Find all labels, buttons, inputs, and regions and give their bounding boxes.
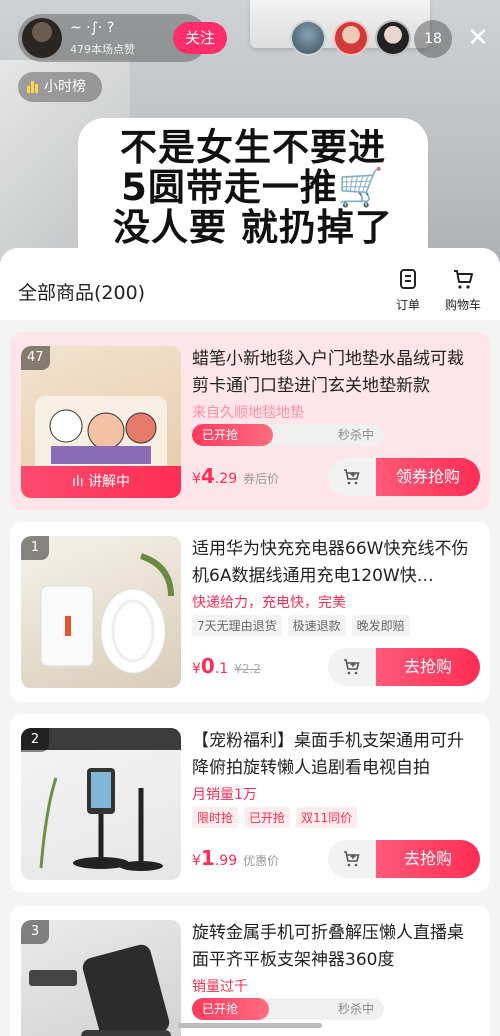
product-image[interactable]: 3 — [21, 920, 181, 1036]
buy-button[interactable]: 领券抢购 — [376, 458, 480, 496]
price-integer: 0 — [200, 654, 215, 678]
price-symbol: ¥ — [192, 853, 201, 869]
product-card[interactable]: 1 适用华为快充充电器66W快充线不伤机6A数据线通用充电120W快… 快递给力… — [10, 522, 490, 702]
price-note: 券后价 — [243, 472, 280, 486]
progress-fill: 已开抢 — [192, 998, 269, 1020]
add-cart-icon — [344, 851, 360, 867]
price-decimal: .1 — [214, 661, 229, 677]
buy-button[interactable]: 去抢购 — [376, 648, 480, 686]
product-title[interactable]: 【宠粉福利】桌面手机支架通用可升降俯拍旋转懒人追剧看电视自拍 — [192, 728, 478, 782]
product-shop: 来自久顺地毯地垫 — [192, 405, 304, 421]
cart-label: 购物车 — [444, 298, 481, 312]
sign-line: 5圆带走一推🛒 — [121, 166, 385, 209]
product-price: ¥4.29 券后价 — [192, 464, 279, 488]
sign-line: 不是女生不要进 — [120, 126, 386, 169]
follow-button[interactable]: 关注 — [173, 22, 227, 54]
price-decimal: .99 — [214, 853, 238, 869]
add-to-cart-button[interactable] — [328, 840, 376, 878]
promo-tag: 双11同价 — [296, 807, 358, 828]
hourly-rank-button[interactable]: 小时榜 — [18, 72, 102, 102]
sign-line: 没人要 就扔掉了 — [113, 206, 393, 249]
product-review: 快递给力，充电快，完美 — [192, 595, 346, 611]
viewer-avatar[interactable] — [333, 20, 369, 56]
bar-chart-icon — [27, 81, 39, 93]
promo-tags: 限时抢 已开抢 双11同价 — [192, 807, 358, 828]
audio-wave-icon: ılı — [71, 474, 89, 490]
explaining-tag[interactable]: ılı 讲解中 — [21, 466, 181, 498]
price-symbol: ¥ — [192, 661, 201, 677]
price-symbol: ¥ — [192, 471, 201, 487]
progress-status: 秒杀中 — [337, 1002, 374, 1016]
progress-status: 秒杀中 — [337, 428, 374, 442]
progress-fill: 已开抢 — [192, 424, 273, 446]
orders-button[interactable]: 订单 — [388, 268, 428, 313]
viewer-count[interactable]: 18 — [414, 20, 452, 58]
product-card[interactable]: 3 旋转金属手机可折叠解压懒人直播桌面平齐平板支架神器360度 销量过千 已开抢… — [10, 906, 490, 1036]
order-icon — [400, 269, 416, 289]
service-tag: 晚发即赔 — [351, 615, 410, 636]
product-sales: 月销量1万 — [192, 787, 257, 803]
product-image[interactable]: 47 ılı 讲解中 — [21, 346, 181, 498]
product-rank-badge: 3 — [21, 920, 49, 944]
product-price: ¥0.1 ¥2.2 — [192, 654, 261, 678]
sale-progress-bar: 已开抢 秒杀中 — [192, 998, 384, 1020]
service-tag: 7天无理由退货 — [192, 615, 282, 636]
product-image[interactable]: 2 — [21, 728, 181, 880]
add-cart-icon — [344, 659, 360, 675]
sale-progress-bar: 已开抢 秒杀中 — [192, 424, 384, 446]
add-cart-icon — [344, 469, 360, 485]
product-rank-badge: 2 — [21, 728, 49, 752]
price-integer: 4 — [200, 464, 215, 488]
service-tag: 极速退款 — [287, 615, 346, 636]
product-title[interactable]: 蜡笔小新地毯入户门地垫水晶绒可裁剪卡通门口垫进门玄关地垫新款 — [192, 346, 478, 400]
price-note: 优惠价 — [243, 854, 280, 868]
buy-button[interactable]: 去抢购 — [376, 840, 480, 878]
shopping-cart-icon — [454, 270, 473, 289]
price-integer: 1 — [200, 846, 215, 870]
product-card[interactable]: 2 【宠粉福利】桌面手机支架通用可升降俯拍旋转懒人追剧看电视自拍 月销量1万 限… — [10, 714, 490, 892]
price-decimal: .29 — [214, 471, 238, 487]
hourly-rank-label: 小时榜 — [44, 79, 86, 95]
product-sales: 销量过千 — [192, 979, 248, 995]
viewer-avatar[interactable] — [290, 20, 326, 56]
service-tags: 7天无理由退货 极速退款 晚发即赔 — [192, 615, 410, 636]
original-price: ¥2.2 — [234, 662, 261, 676]
add-to-cart-button[interactable] — [328, 458, 376, 496]
orders-label: 订单 — [395, 298, 420, 312]
host-avatar[interactable] — [22, 18, 62, 58]
product-image[interactable]: 1 — [21, 536, 181, 688]
live-stream-screen: 不是女生不要进 5圆带走一推🛒 没人要 就扔掉了 ~ ·∫· ? 479本场点赞… — [0, 0, 500, 1036]
add-to-cart-button[interactable] — [328, 648, 376, 686]
product-panel-header: 全部商品(200) 订单 购物车 — [0, 248, 500, 320]
promo-tag: 限时抢 — [192, 807, 239, 828]
product-title[interactable]: 适用华为快充充电器66W快充线不伤机6A数据线通用充电120W快… — [192, 536, 478, 590]
host-likes: 479本场点赞 — [70, 43, 135, 56]
product-panel: 全部商品(200) 订单 购物车 47 ılı 讲解中 蜡笔小新地毯入户门地垫水… — [0, 248, 500, 1036]
explaining-label: 讲解中 — [88, 474, 131, 490]
product-title[interactable]: 旋转金属手机可折叠解压懒人直播桌面平齐平板支架神器360度 — [192, 920, 478, 974]
product-panel-title: 全部商品(200) — [18, 282, 146, 304]
host-info[interactable]: ~ ·∫· ? 479本场点赞 关注 — [18, 14, 227, 62]
cart-button[interactable]: 购物车 — [440, 268, 486, 313]
promo-tag: 已开抢 — [244, 807, 291, 828]
product-rank-badge: 1 — [21, 536, 49, 560]
product-rank-badge: 47 — [21, 346, 50, 370]
product-card[interactable]: 47 ılı 讲解中 蜡笔小新地毯入户门地垫水晶绒可裁剪卡通门口垫进门玄关地垫新… — [10, 332, 490, 510]
live-top-bar: ~ ·∫· ? 479本场点赞 关注 18 ✕ — [0, 14, 500, 64]
product-price: ¥1.99 优惠价 — [192, 846, 279, 870]
close-icon[interactable]: ✕ — [464, 24, 492, 52]
viewer-avatar[interactable] — [375, 20, 411, 56]
host-name: ~ ·∫· ? — [70, 20, 115, 36]
home-indicator[interactable] — [178, 1023, 322, 1028]
